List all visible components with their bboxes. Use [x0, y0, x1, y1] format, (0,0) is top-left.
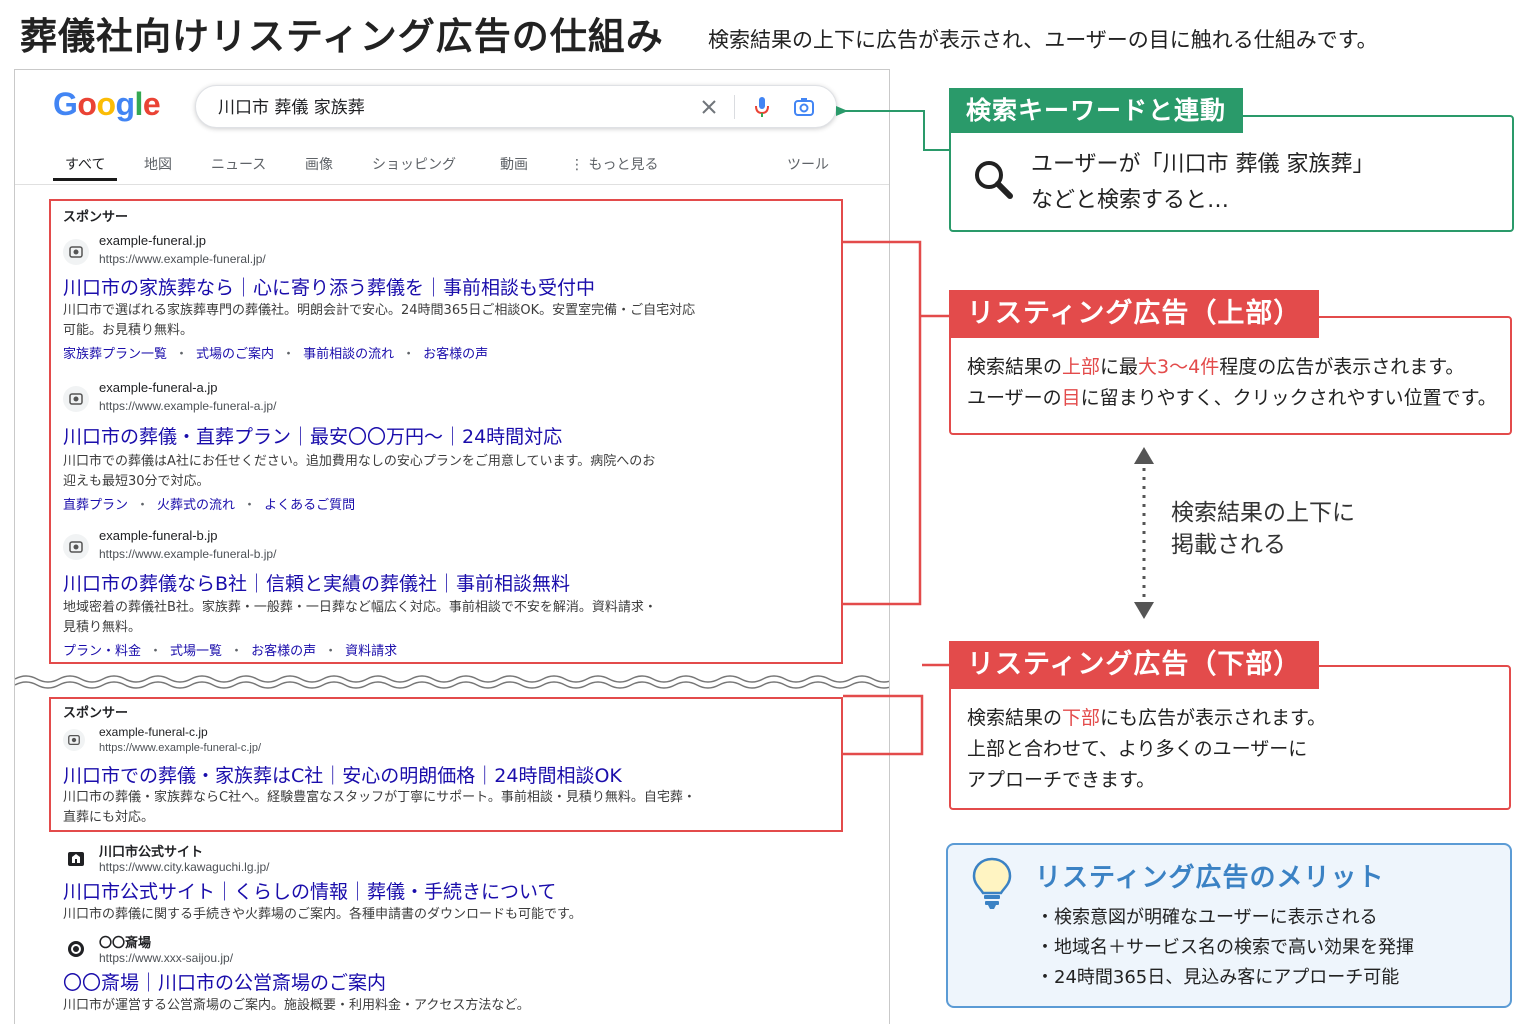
keyword-text: ユーザーが「川口市 葬儀 家族葬」 などと検索すると…: [1031, 152, 1375, 213]
tab-videos[interactable]: 動画: [500, 154, 528, 174]
result-description: 川口市の葬儀に関する手続きや火葬場のご案内。各種申請書のダウンロードも可能です。: [63, 907, 582, 922]
tab-maps[interactable]: 地図: [144, 154, 172, 174]
placement-note: 検索結果の上下に 掲載される: [1171, 500, 1355, 558]
result-title[interactable]: 〇〇斎場｜川口市の公営斎場のご案内: [63, 968, 386, 995]
ad-sitelinks: 直葬プラン・火葬式の流れ・よくあるご質問: [63, 498, 356, 513]
ad-url[interactable]: https://www.example-funeral-c.jp/: [99, 742, 261, 754]
search-box: [195, 85, 837, 128]
organic-result: 〇〇斎場 https://www.xxx-saijou.jp/ 〇〇斎場｜川口市…: [63, 932, 863, 1013]
site-url[interactable]: https://www.xxx-saijou.jp/: [99, 951, 233, 965]
sitelink[interactable]: お客様の声: [251, 644, 316, 659]
merit-item: ・検索意図が明確なユーザーに表示される: [1036, 907, 1378, 928]
sitelink[interactable]: 家族葬プラン一覧: [63, 347, 167, 362]
ad-domain: example-funeral.jp: [99, 233, 206, 248]
ad-sitelinks: 家族葬プラン一覧・式場のご案内・事前相談の流れ・お客様の声: [63, 347, 489, 362]
keyword-callout-heading: 検索キーワードと連動: [949, 88, 1244, 133]
lightbulb-icon: [970, 855, 1014, 915]
mic-icon[interactable]: [749, 94, 775, 120]
sitelink[interactable]: 事前相談の流れ: [303, 347, 394, 362]
merit-list: ・検索意図が明確なユーザーに表示される ・地域名＋サービス名の検索で高い効果を発…: [1036, 903, 1414, 993]
target-icon: [63, 936, 89, 962]
bottom-ad-line1: 検索結果の下部にも広告が表示されます。: [967, 707, 1327, 729]
tab-shopping[interactable]: ショッピング: [372, 154, 456, 174]
globe-icon: [63, 239, 89, 265]
ad-title[interactable]: 川口市の葬儀ならB社｜信頼と実績の葬儀社｜事前相談無料: [63, 569, 570, 596]
tab-all[interactable]: すべて: [65, 154, 105, 174]
tab-tools[interactable]: ツール: [787, 154, 829, 174]
page-title: 葬儀社向けリスティング広告の仕組み: [20, 15, 664, 58]
top-ad-line2: ユーザーの目に留まりやすく、クリックされやすい位置です。: [967, 387, 1497, 409]
ad-result: example-funeral-c.jp https://www.example…: [63, 725, 863, 825]
active-tab-indicator: [53, 178, 117, 181]
close-icon[interactable]: [696, 94, 722, 120]
merit-box: リスティング広告のメリット ・検索意図が明確なユーザーに表示される ・地域名＋サ…: [946, 843, 1512, 1008]
ad-result: example-funeral-a.jp https://www.example…: [63, 380, 863, 513]
sponsor-label: スポンサー: [63, 210, 129, 225]
result-description: 川口市が運営する公営斎場のご案内。施設概要・利用料金・アクセス方法など。: [63, 998, 530, 1013]
result-title[interactable]: 川口市公式サイト｜くらしの情報｜葬儀・手続きについて: [63, 877, 556, 904]
google-logo[interactable]: Google: [53, 86, 161, 123]
ad-title[interactable]: 川口市の葬儀・直葬プラン｜最安〇〇万円〜｜24時間対応: [63, 422, 562, 449]
search-tabs: すべて 地図 ニュース 画像 ショッピング 動画 ⋮ もっと見る ツール: [15, 152, 889, 184]
merit-item: ・地域名＋サービス名の検索で高い効果を発揮: [1036, 937, 1414, 958]
globe-icon: [63, 729, 85, 751]
sitelink[interactable]: よくあるご質問: [264, 498, 355, 513]
sitelink[interactable]: 火葬式の流れ: [157, 498, 235, 513]
camera-icon[interactable]: [791, 94, 817, 120]
page-subtitle: 検索結果の上下に広告が表示され、ユーザーの目に触れる仕組みです。: [708, 28, 1378, 52]
building-icon: [63, 845, 89, 871]
ad-url[interactable]: https://www.example-funeral.jp/: [99, 252, 266, 266]
search-icon: [971, 157, 1015, 205]
sitelink[interactable]: 式場一覧: [170, 644, 222, 659]
merit-item: ・24時間365日、見込み客にアプローチ可能: [1036, 967, 1400, 988]
page-break-wave: [15, 675, 889, 689]
ad-domain: example-funeral-c.jp: [99, 725, 208, 739]
ad-result: example-funeral.jp https://www.example-f…: [63, 233, 863, 363]
ad-description: 川口市の葬儀・家族葬ならC社へ。経験豊富なスタッフが丁寧にサポート。事前相談・見…: [63, 790, 696, 825]
globe-icon: [63, 386, 89, 412]
site-name: 川口市公式サイト: [99, 844, 204, 859]
bottom-ad-callout-heading: リスティング広告（下部）: [949, 641, 1320, 689]
search-divider: [734, 95, 735, 119]
merit-heading: リスティング広告のメリット: [1035, 863, 1385, 893]
globe-icon: [63, 534, 89, 560]
ad-url[interactable]: https://www.example-funeral-b.jp/: [99, 547, 276, 561]
ad-domain: example-funeral-a.jp: [99, 380, 218, 395]
sitelink[interactable]: 資料請求: [345, 644, 397, 659]
bottom-ad-line3: アプローチできます。: [967, 769, 1156, 791]
sitelink[interactable]: お客様の声: [423, 347, 488, 362]
search-input[interactable]: [218, 95, 678, 115]
bottom-ad-line2: 上部と合わせて、より多くのユーザーに: [967, 738, 1308, 760]
ad-sitelinks: プラン・料金・式場一覧・お客様の声・資料請求: [63, 644, 398, 659]
site-name: 〇〇斎場: [99, 935, 152, 950]
ad-description: 川口市での葬儀はA社にお任せください。追加費用なしの安心プランをご用意しています…: [63, 454, 656, 489]
sitelink[interactable]: プラン・料金: [63, 644, 141, 659]
sitelink[interactable]: 直葬プラン: [63, 498, 128, 513]
top-ad-line1: 検索結果の上部に最大3〜4件程度の広告が表示されます。: [967, 356, 1465, 378]
tab-news[interactable]: ニュース: [211, 154, 266, 174]
top-ad-callout-heading: リスティング広告（上部）: [949, 290, 1320, 338]
ad-description: 地域密着の葬儀社B社。家族葬・一般葬・一日葬など幅広く対応。事前相談で不安を解消…: [63, 600, 657, 635]
site-url[interactable]: https://www.city.kawaguchi.lg.jp/: [99, 860, 270, 874]
sponsor-label: スポンサー: [63, 706, 129, 721]
ad-title[interactable]: 川口市の家族葬なら｜心に寄り添う葬儀を｜事前相談も受付中: [63, 273, 595, 300]
search-results-page: Google すべて 地図 ニュース 画像 ショッピング 動画 ⋮ もっと見る …: [14, 69, 890, 1024]
ad-description: 川口市で選ばれる家族葬専門の葬儀社。明朗会計で安心。24時間365日ご相談OK。…: [63, 303, 696, 338]
tab-more[interactable]: ⋮ もっと見る: [570, 154, 658, 174]
organic-result: 川口市公式サイト https://www.city.kawaguchi.lg.j…: [63, 841, 863, 922]
ad-result: example-funeral-b.jp https://www.example…: [63, 528, 863, 659]
ad-title[interactable]: 川口市での葬儀・家族葬はC社｜安心の明朗価格｜24時間相談OK: [63, 761, 622, 788]
tab-images[interactable]: 画像: [305, 154, 333, 174]
sitelink[interactable]: 式場のご案内: [196, 347, 274, 362]
ad-domain: example-funeral-b.jp: [99, 528, 218, 543]
tabs-divider: [15, 184, 889, 185]
ad-url[interactable]: https://www.example-funeral-a.jp/: [99, 399, 276, 413]
